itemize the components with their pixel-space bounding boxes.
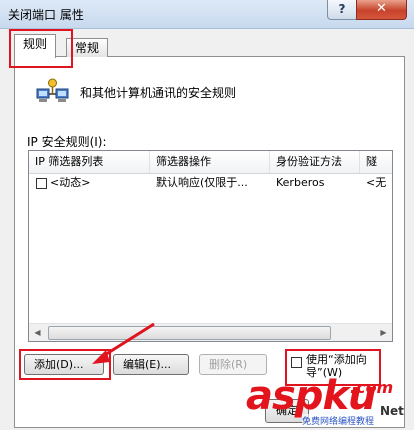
scroll-left-icon[interactable]: ◀ [29,324,46,341]
column-filter-list[interactable]: IP 筛选器列表 [29,151,150,173]
cell-auth-method: Kerberos [276,176,325,189]
cell-filter-action: 默认响应(仅限于... [156,176,248,189]
watermark-subtitle: 免费网络编程教程 [302,414,375,427]
help-button[interactable]: ? [327,0,357,20]
network-computers-icon [36,78,69,102]
close-button[interactable]: ✕ [356,0,407,20]
list-header: IP 筛选器列表 筛选器操作 身份验证方法 隧 [29,151,392,174]
panel-description: 和其他计算机通讯的安全规则 [80,86,237,100]
watermark-net: Net [380,404,404,418]
red-arrow-annotation [92,322,155,364]
scroll-right-icon[interactable]: ▶ [375,324,392,341]
ip-rules-label: IP 安全规则(I): [27,135,107,149]
horizontal-scrollbar[interactable]: ◀ ▶ [29,323,392,341]
ip-rules-list[interactable]: IP 筛选器列表 筛选器操作 身份验证方法 隧 <动态> 默认响应(仅限于...… [28,150,393,342]
column-tunnel[interactable]: 隧 [360,151,392,173]
highlight-rules-tab [9,29,73,68]
table-row[interactable]: <动态> 默认响应(仅限于... Kerberos <无 [29,174,392,192]
cell-tunnel: <无 [366,176,387,189]
cell-filter-list: <动态> [50,176,91,189]
column-auth-method[interactable]: 身份验证方法 [270,151,360,173]
column-filter-action[interactable]: 筛选器操作 [150,151,270,173]
window-title: 关闭端口 属性 [8,8,84,22]
aspku-watermark: aspku .com 免费网络编程教程 Net [246,374,414,430]
rule-checkbox[interactable] [36,178,47,189]
watermark-suffix: .com [350,378,394,397]
delete-button[interactable]: 删除(R) [199,354,267,375]
title-bar: 关闭端口 属性 ? ✕ [0,0,414,29]
